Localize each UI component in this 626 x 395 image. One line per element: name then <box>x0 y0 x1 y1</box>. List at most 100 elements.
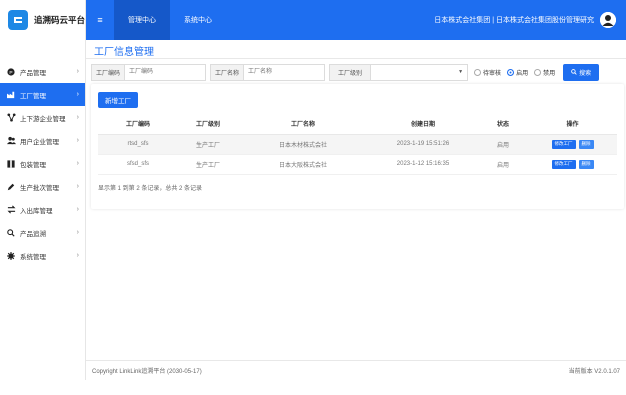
column-header: 工厂名称 <box>238 114 368 135</box>
search-icon <box>6 228 16 238</box>
caret-down-icon: ▼ <box>458 69 464 75</box>
chevron-right-icon: › <box>76 114 79 121</box>
sidebar-item-label: 工厂管理 <box>20 92 46 100</box>
sidebar-item-factories[interactable]: 工厂管理 › <box>0 83 85 106</box>
created-date: 2023-1-12 15:16:35 <box>368 154 478 175</box>
chevron-right-icon: › <box>76 91 79 98</box>
factory-code: sfsd_sfs <box>98 154 178 175</box>
avatar[interactable] <box>600 12 616 28</box>
delete-button[interactable]: 删除 <box>578 139 594 149</box>
tab-system-center[interactable]: 系统中心 <box>170 0 226 40</box>
table-header-row: 工厂编码 工厂级别 工厂名称 创建日期 状态 操作 <box>98 114 617 135</box>
sidebar-item-label: 用户企业管理 <box>20 138 59 146</box>
add-factory-button[interactable]: 新增工厂 <box>98 92 138 108</box>
sidebar-item-partners[interactable]: 上下游企业管理 › <box>0 106 85 129</box>
chevron-right-icon: › <box>76 206 79 213</box>
sidebar-item-trace[interactable]: 产品追溯 › <box>0 221 85 244</box>
sidebar-item-label: 上下游企业管理 <box>20 115 66 123</box>
users-icon <box>6 136 16 146</box>
column-header: 状态 <box>478 114 528 135</box>
factory-icon <box>6 90 16 100</box>
chevron-right-icon: › <box>76 229 79 236</box>
delete-button[interactable]: 删除 <box>578 159 594 169</box>
table-row: sfsd_sfs 生产工厂 日本大阪株式会社 2023-1-12 15:16:3… <box>98 154 617 175</box>
factory-name-input[interactable] <box>244 64 325 80</box>
factory-name-filter: 工厂名称 <box>210 63 326 81</box>
svg-text:P: P <box>9 69 12 75</box>
factory-level: 生产工厂 <box>178 134 238 155</box>
factory-level-label: 工厂级别 <box>330 64 372 80</box>
tab-management-center[interactable]: 管理中心 <box>114 0 170 40</box>
radio-disabled[interactable]: 禁用 <box>534 68 555 77</box>
table-row: rtsd_sfs 生产工厂 日本木材株式会社 2023-1-19 15:51:2… <box>98 134 617 155</box>
created-date: 2023-1-19 15:51:26 <box>368 134 478 155</box>
radio-dot <box>474 68 482 76</box>
radio-label: 禁用 <box>543 70 556 77</box>
status: 启用 <box>478 134 528 155</box>
column-header: 操作 <box>528 114 617 135</box>
factory-level: 生产工厂 <box>178 154 238 175</box>
factory-name-label: 工厂名称 <box>211 64 245 80</box>
user-area: 日本株式会社集团 | 日本株式会社集团股份管理研究 <box>434 12 626 28</box>
network-icon <box>6 113 16 123</box>
radio-label: 待审核 <box>483 70 502 77</box>
menu-toggle-icon[interactable]: ≡ <box>86 15 114 25</box>
sidebar: 追溯码云平台 P 产品管理 › 工厂管理 › 上下游企业管理 › 用户企业管理 … <box>0 0 86 380</box>
factory-code-filter: 工厂编码 <box>91 63 207 81</box>
sidebar-item-inventory[interactable]: 入出库管理 › <box>0 198 85 221</box>
user-icon <box>600 12 616 28</box>
column-header: 工厂级别 <box>178 114 238 135</box>
app-title: 追溯码云平台 <box>34 15 86 25</box>
package-icon <box>6 159 16 169</box>
factory-name: 日本木材株式会社 <box>238 134 368 155</box>
chevron-right-icon: › <box>76 68 79 75</box>
sidebar-item-label: 产品追溯 <box>20 230 46 238</box>
sidebar-item-enterprise-users[interactable]: 用户企业管理 › <box>0 129 85 152</box>
factory-table: 工厂编码 工厂级别 工厂名称 创建日期 状态 操作 rtsd_sfs 生产工厂 … <box>98 114 617 175</box>
edit-factory-button[interactable]: 修改工厂 <box>551 139 576 149</box>
chevron-right-icon: › <box>76 183 79 190</box>
factory-code-label: 工厂编码 <box>92 64 126 80</box>
gear-icon <box>6 251 16 261</box>
footer: Copyright LinkLink追溯平台 (2030-05-17) 当前版本… <box>86 360 626 380</box>
radio-label: 启用 <box>516 70 529 77</box>
sidebar-item-label: 入出库管理 <box>20 207 53 215</box>
sidebar-item-label: 系统管理 <box>20 253 46 261</box>
sidebar-item-label: 包装管理 <box>20 161 46 169</box>
factory-code: rtsd_sfs <box>98 134 178 155</box>
actions-cell: 修改工厂 删除 <box>528 154 617 175</box>
radio-pending[interactable]: 待审核 <box>474 68 501 77</box>
factory-level-select[interactable]: ▼ <box>371 65 467 80</box>
product-icon: P <box>6 67 16 77</box>
company-name[interactable]: 日本株式会社集团 | 日本株式会社集团股份管理研究 <box>434 15 594 25</box>
page-title: 工厂信息管理 <box>94 47 154 58</box>
sidebar-item-products[interactable]: P 产品管理 › <box>0 60 85 83</box>
factory-name: 日本大阪株式会社 <box>238 154 368 175</box>
divider <box>86 58 626 59</box>
search-label: 搜索 <box>579 70 592 77</box>
filter-bar: 工厂编码 工厂名称 工厂级别 ▼ 待审核 启用 禁用 搜索 <box>91 62 626 82</box>
sidebar-item-label: 生产批次管理 <box>20 184 59 192</box>
radio-dot <box>507 68 515 76</box>
sidebar-item-packaging[interactable]: 包装管理 › <box>0 152 85 175</box>
pencil-icon <box>6 182 16 192</box>
status-radio-group: 待审核 启用 禁用 <box>474 68 555 77</box>
chevron-right-icon: › <box>76 137 79 144</box>
search-icon <box>571 69 577 75</box>
app-logo[interactable]: 追溯码云平台 <box>0 0 85 40</box>
sidebar-item-label: 产品管理 <box>20 69 46 77</box>
chevron-right-icon: › <box>76 160 79 167</box>
radio-enabled[interactable]: 启用 <box>507 68 528 77</box>
factory-code-input[interactable] <box>125 64 206 80</box>
status: 启用 <box>478 154 528 175</box>
version-text: 当前版本 V2.0.1.07 <box>568 369 620 375</box>
search-button[interactable]: 搜索 <box>563 63 600 81</box>
sidebar-item-batches[interactable]: 生产批次管理 › <box>0 175 85 198</box>
actions-cell: 修改工厂 删除 <box>528 134 617 155</box>
chevron-right-icon: › <box>76 252 79 259</box>
edit-factory-button[interactable]: 修改工厂 <box>551 159 576 169</box>
sidebar-menu: P 产品管理 › 工厂管理 › 上下游企业管理 › 用户企业管理 › 包装管理 … <box>0 60 85 267</box>
transfer-icon <box>6 205 16 215</box>
sidebar-item-system[interactable]: 系统管理 › <box>0 244 85 267</box>
pagination-info: 显示第 1 到第 2 条记录，总共 2 条记录 <box>98 186 203 192</box>
